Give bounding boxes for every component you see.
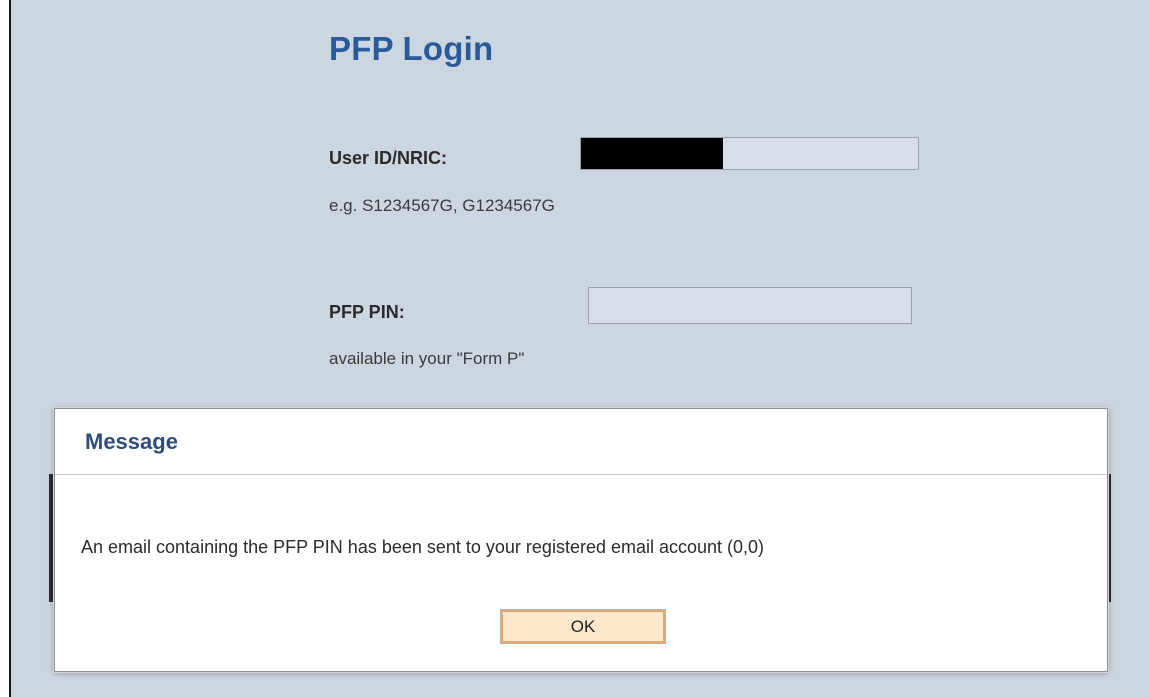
pin-hint: available in your "Form P" bbox=[329, 349, 525, 368]
dialog-title: Message bbox=[85, 429, 178, 454]
pin-field[interactable] bbox=[588, 287, 912, 324]
message-dialog: Message An email containing the PFP PIN … bbox=[54, 408, 1108, 672]
user-id-label: User ID/NRIC: bbox=[329, 148, 448, 168]
dialog-header: Message bbox=[55, 409, 1107, 475]
user-id-field[interactable] bbox=[580, 137, 919, 170]
ok-button[interactable]: OK bbox=[500, 609, 666, 644]
user-id-hint: e.g. S1234567G, G1234567G bbox=[329, 196, 555, 215]
redacted-value bbox=[581, 138, 723, 169]
dialog-message: An email containing the PFP PIN has been… bbox=[81, 537, 765, 557]
page-title: PFP Login bbox=[329, 30, 494, 67]
page: PFP Login User ID/NRIC: e.g. S1234567G, … bbox=[0, 0, 1150, 697]
pin-label: PFP PIN: bbox=[329, 302, 405, 322]
